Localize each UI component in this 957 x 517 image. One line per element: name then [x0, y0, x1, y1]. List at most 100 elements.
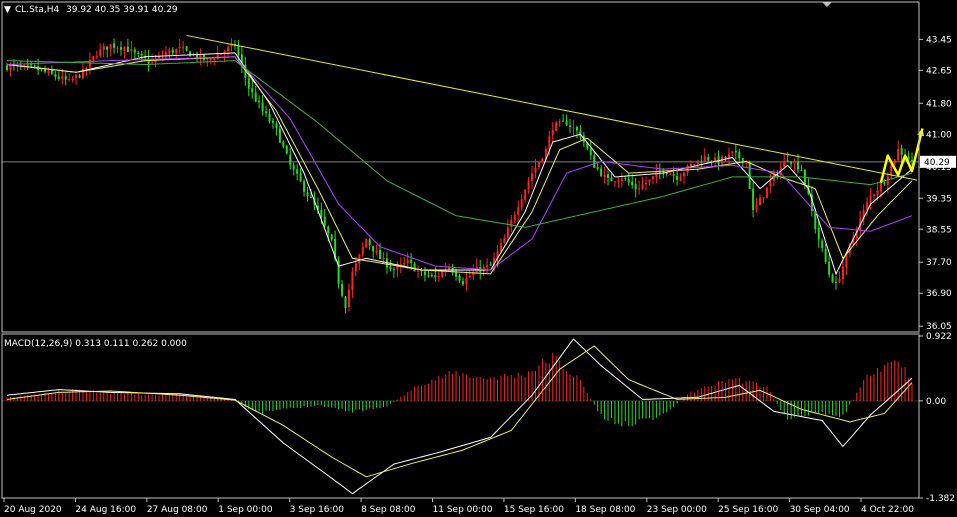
candle[interactable]: [513, 211, 516, 225]
candle[interactable]: [841, 259, 844, 285]
candle[interactable]: [486, 258, 489, 274]
candle[interactable]: [275, 121, 278, 136]
candle[interactable]: [824, 243, 827, 265]
candle[interactable]: [344, 295, 347, 314]
candle[interactable]: [265, 105, 268, 117]
candle[interactable]: [565, 114, 568, 127]
candle[interactable]: [558, 118, 561, 127]
candle[interactable]: [358, 253, 361, 271]
candle[interactable]: [579, 124, 582, 141]
candle[interactable]: [71, 76, 74, 83]
candle[interactable]: [765, 187, 768, 199]
candle[interactable]: [130, 40, 133, 60]
candle[interactable]: [258, 95, 261, 109]
candle[interactable]: [762, 197, 765, 204]
candle[interactable]: [168, 47, 171, 59]
candle[interactable]: [296, 164, 299, 181]
candle[interactable]: [572, 119, 575, 137]
candle[interactable]: [541, 157, 544, 164]
candle[interactable]: [282, 140, 285, 149]
candle[interactable]: [413, 261, 416, 272]
candle[interactable]: [330, 233, 333, 242]
candle[interactable]: [696, 160, 699, 172]
candle[interactable]: [254, 85, 257, 103]
candle[interactable]: [251, 80, 254, 99]
candle[interactable]: [116, 45, 119, 54]
candle[interactable]: [683, 171, 686, 185]
candle[interactable]: [427, 271, 430, 278]
candle[interactable]: [126, 39, 129, 53]
candle[interactable]: [731, 151, 734, 157]
candle[interactable]: [506, 219, 509, 241]
candle[interactable]: [593, 150, 596, 169]
candle[interactable]: [95, 50, 98, 60]
candle[interactable]: [897, 140, 900, 162]
candle[interactable]: [734, 144, 737, 160]
candle[interactable]: [752, 181, 755, 218]
candle[interactable]: [437, 271, 440, 283]
candle[interactable]: [596, 163, 599, 171]
candle[interactable]: [589, 140, 592, 160]
candle[interactable]: [651, 175, 654, 185]
candle[interactable]: [468, 270, 471, 279]
candle[interactable]: [75, 74, 78, 86]
candle[interactable]: [278, 125, 281, 143]
candle[interactable]: [755, 197, 758, 213]
price-panel[interactable]: [2, 34, 925, 314]
candle[interactable]: [16, 61, 19, 72]
candle[interactable]: [821, 238, 824, 253]
candle[interactable]: [648, 179, 651, 186]
candle[interactable]: [510, 214, 513, 232]
candle[interactable]: [641, 176, 644, 190]
candle[interactable]: [748, 160, 751, 190]
candle[interactable]: [85, 66, 88, 77]
candle[interactable]: [617, 177, 620, 188]
candle[interactable]: [817, 220, 820, 248]
candle[interactable]: [461, 277, 464, 286]
candle[interactable]: [109, 44, 112, 57]
candle[interactable]: [389, 259, 392, 272]
candle[interactable]: [703, 148, 706, 163]
candle[interactable]: [831, 273, 834, 283]
candle[interactable]: [638, 180, 641, 195]
candle[interactable]: [43, 65, 46, 74]
candle[interactable]: [171, 47, 174, 56]
candle[interactable]: [133, 47, 136, 59]
candle[interactable]: [289, 147, 292, 170]
candle[interactable]: [247, 75, 250, 97]
candle[interactable]: [182, 40, 185, 53]
candle[interactable]: [430, 272, 433, 278]
candle[interactable]: [489, 261, 492, 266]
candle[interactable]: [645, 176, 648, 191]
candle[interactable]: [790, 161, 793, 168]
candle[interactable]: [465, 271, 468, 291]
candle[interactable]: [555, 120, 558, 132]
candle[interactable]: [396, 261, 399, 278]
candle[interactable]: [178, 38, 181, 54]
candle[interactable]: [610, 173, 613, 182]
candle[interactable]: [893, 158, 896, 166]
candle[interactable]: [423, 266, 426, 282]
candle[interactable]: [475, 258, 478, 273]
candle[interactable]: [620, 172, 623, 188]
candle[interactable]: [517, 200, 520, 222]
candle[interactable]: [613, 181, 616, 187]
candle[interactable]: [883, 179, 886, 186]
candle[interactable]: [351, 267, 354, 299]
candle[interactable]: [562, 114, 565, 122]
candle[interactable]: [472, 264, 475, 281]
candle[interactable]: [828, 254, 831, 278]
candle[interactable]: [164, 46, 167, 59]
candle[interactable]: [531, 165, 534, 190]
candle[interactable]: [240, 47, 243, 74]
candle[interactable]: [19, 60, 22, 71]
candle[interactable]: [786, 152, 789, 163]
candle[interactable]: [403, 256, 406, 268]
candle[interactable]: [347, 283, 350, 312]
candle[interactable]: [710, 160, 713, 166]
candle[interactable]: [323, 209, 326, 228]
candle[interactable]: [299, 168, 302, 183]
candle[interactable]: [624, 176, 627, 181]
candle[interactable]: [714, 152, 717, 168]
candle[interactable]: [524, 189, 527, 203]
